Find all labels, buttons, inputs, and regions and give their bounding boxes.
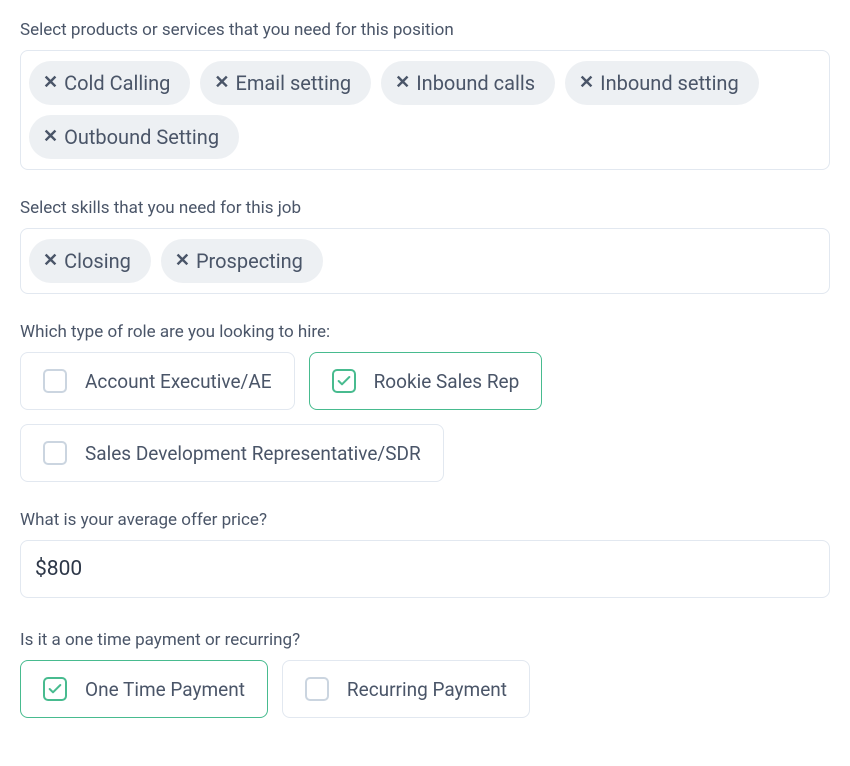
role-options: Account Executive/AE Rookie Sales Rep Sa… [20,352,830,482]
role-label: Which type of role are you looking to hi… [20,322,830,342]
chip-label: Email setting [235,71,351,95]
payment-options: One Time Payment Recurring Payment [20,660,830,718]
remove-icon[interactable]: ✕ [43,252,58,270]
option-label: Recurring Payment [347,678,507,701]
payment-option-one-time[interactable]: One Time Payment [20,660,268,718]
role-section: Which type of role are you looking to hi… [20,322,830,482]
remove-icon[interactable]: ✕ [43,128,58,146]
product-chip: ✕ Cold Calling [29,61,190,105]
remove-icon[interactable]: ✕ [395,74,410,92]
remove-icon[interactable]: ✕ [579,74,594,92]
option-label: Sales Development Representative/SDR [85,442,421,465]
chip-label: Inbound calls [416,71,535,95]
remove-icon[interactable]: ✕ [43,74,58,92]
skills-section: Select skills that you need for this job… [20,198,830,294]
payment-label: Is it a one time payment or recurring? [20,630,830,650]
chip-label: Outbound Setting [64,125,219,149]
offer-label: What is your average offer price? [20,510,830,530]
option-label: Account Executive/AE [85,370,272,393]
offer-price-input[interactable] [20,540,830,598]
skills-chip-container[interactable]: ✕ Closing ✕ Prospecting [20,228,830,294]
product-chip: ✕ Outbound Setting [29,115,239,159]
payment-option-recurring[interactable]: Recurring Payment [282,660,530,718]
checkbox-icon [332,369,356,393]
chip-label: Closing [64,249,131,273]
product-chip: ✕ Inbound calls [381,61,555,105]
remove-icon[interactable]: ✕ [214,74,229,92]
role-option-account-executive[interactable]: Account Executive/AE [20,352,295,410]
checkbox-icon [43,677,67,701]
option-label: One Time Payment [85,678,245,701]
role-option-rookie-sales-rep[interactable]: Rookie Sales Rep [309,352,543,410]
chip-label: Prospecting [196,249,303,273]
option-label: Rookie Sales Rep [374,370,520,393]
products-chip-container[interactable]: ✕ Cold Calling ✕ Email setting ✕ Inbound… [20,50,830,170]
checkbox-icon [43,369,67,393]
product-chip: ✕ Inbound setting [565,61,759,105]
offer-section: What is your average offer price? [20,510,830,626]
role-option-sdr[interactable]: Sales Development Representative/SDR [20,424,444,482]
remove-icon[interactable]: ✕ [175,252,190,270]
skill-chip: ✕ Closing [29,239,151,283]
chip-label: Inbound setting [600,71,739,95]
checkbox-icon [305,677,329,701]
checkbox-icon [43,441,67,465]
payment-section: Is it a one time payment or recurring? O… [20,630,830,718]
chip-label: Cold Calling [64,71,170,95]
product-chip: ✕ Email setting [200,61,371,105]
products-label: Select products or services that you nee… [20,20,830,40]
skills-label: Select skills that you need for this job [20,198,830,218]
products-section: Select products or services that you nee… [20,20,830,170]
skill-chip: ✕ Prospecting [161,239,323,283]
